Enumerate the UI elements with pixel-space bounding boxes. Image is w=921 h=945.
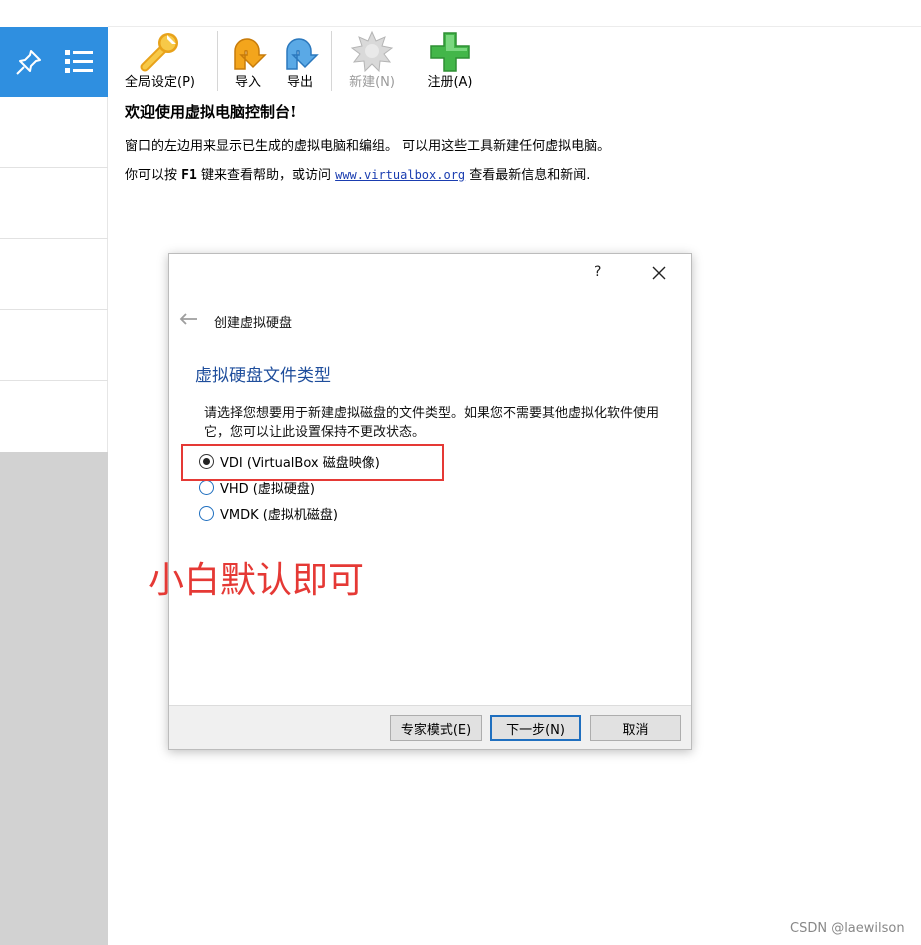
new-label: 新建(N): [349, 75, 395, 90]
page-heading: 虚拟硬盘文件类型: [195, 366, 331, 386]
main-toolbar: 全局设定(P) 导入 导出 新建(N) 注册(A): [108, 27, 921, 95]
radio-vmdk[interactable]: VMDK (虚拟机磁盘): [199, 503, 338, 523]
expert-mode-button[interactable]: 专家模式(E): [390, 715, 482, 741]
radio-button[interactable]: [199, 479, 214, 495]
register-label: 注册(A): [427, 75, 473, 90]
dialog-footer: 专家模式(E) 下一步(N) 取消: [169, 705, 691, 749]
welcome-description: 窗口的左边用来显示已生成的虚拟电脑和编组。 可以用这些工具新建任何虚拟电脑。: [125, 139, 611, 154]
help-prefix: 你可以按: [125, 168, 178, 183]
red-highlight-box: [181, 444, 444, 481]
sidebar-top-blank: [0, 0, 108, 27]
import-arrow-icon: [234, 38, 267, 70]
virtualbox-link[interactable]: www.virtualbox.org: [335, 168, 465, 182]
help-suffix: 查看最新信息和新闻.: [469, 168, 591, 183]
help-middle: 键来查看帮助，或访问: [200, 168, 331, 183]
vm-list-slot[interactable]: [0, 310, 108, 381]
radio-label: VMDK (虚拟机磁盘): [220, 507, 338, 523]
top-strip: [108, 0, 921, 27]
sidebar: [0, 0, 108, 945]
register-button[interactable]: 注册(A): [416, 27, 484, 95]
pin-icon[interactable]: [14, 47, 44, 77]
toolbar-separator: [217, 31, 218, 91]
global-settings-button[interactable]: 全局设定(P): [118, 27, 202, 95]
help-button[interactable]: ?: [594, 264, 601, 280]
new-starburst-icon: [350, 30, 394, 73]
page-description: 请选择您想要用于新建虚拟磁盘的文件类型。如果您不需要其他虚拟化软件使用它，您可以…: [204, 406, 660, 440]
green-plus-icon: [430, 32, 470, 72]
toolbar-separator: [331, 31, 332, 91]
annotation-text: 小白默认即可: [148, 560, 365, 601]
help-key: F1: [181, 168, 197, 183]
import-button[interactable]: 导入: [224, 27, 272, 95]
vm-list-slot[interactable]: [0, 97, 108, 168]
back-arrow-icon[interactable]: [178, 312, 198, 326]
import-label: 导入: [234, 75, 261, 90]
radio-button[interactable]: [199, 505, 214, 521]
export-label: 导出: [286, 75, 313, 90]
next-button[interactable]: 下一步(N): [490, 715, 581, 741]
close-icon[interactable]: [650, 264, 668, 282]
dialog-title: 创建虚拟硬盘: [214, 316, 293, 331]
new-button[interactable]: 新建(N): [340, 27, 404, 95]
welcome-help-line: 你可以按 F1 键来查看帮助，或访问 www.virtualbox.org 查看…: [125, 164, 590, 183]
watermark: CSDN @laewilson: [790, 921, 905, 936]
vm-list: [0, 97, 108, 452]
sidebar-tools-button[interactable]: [0, 27, 108, 97]
cancel-button[interactable]: 取消: [590, 715, 681, 741]
wrench-icon: [140, 33, 178, 72]
create-virtual-disk-dialog: ? 创建虚拟硬盘 虚拟硬盘文件类型 请选择您想要用于新建虚拟磁盘的文件类型。如果…: [148, 253, 692, 750]
vm-list-slot[interactable]: [0, 239, 108, 310]
list-menu-icon[interactable]: [64, 48, 94, 76]
export-button[interactable]: 导出: [276, 27, 324, 95]
export-arrow-icon: [286, 38, 319, 70]
global-settings-label: 全局设定(P): [125, 75, 195, 90]
welcome-title: 欢迎使用虚拟电脑控制台!: [125, 103, 297, 121]
vm-list-slot[interactable]: [0, 168, 108, 239]
